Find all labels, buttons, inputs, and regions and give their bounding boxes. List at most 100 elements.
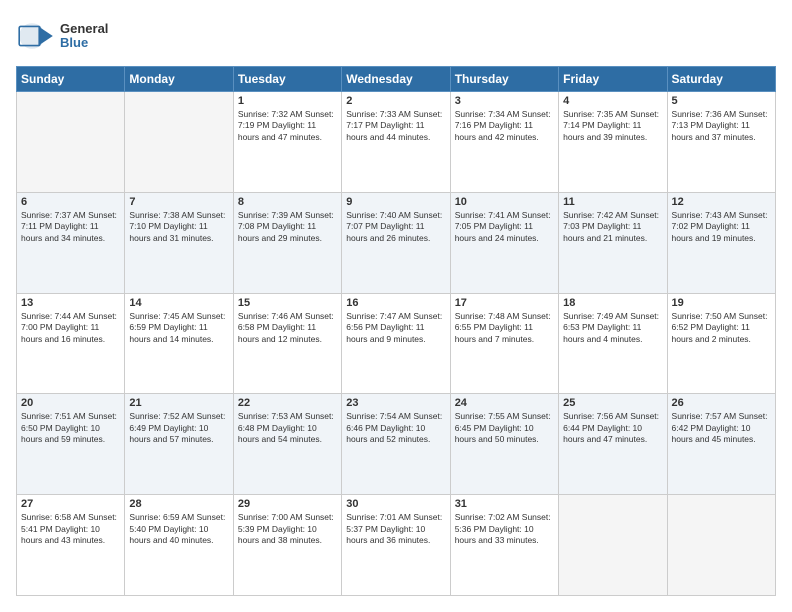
calendar-cell: 17 Sunrise: 7:48 AM Sunset: 6:55 PM Dayli…	[450, 293, 558, 394]
day-number: 17	[455, 297, 554, 309]
calendar-cell: 14 Sunrise: 7:45 AM Sunset: 6:59 PM Dayli…	[125, 293, 233, 394]
calendar-body: 1Sunrise: 7:32 AM Sunset: 7:19 PM Daylig…	[17, 92, 776, 596]
calendar-header: SundayMondayTuesdayWednesdayThursdayFrid…	[17, 67, 776, 92]
day-info: Sunrise: 7:44 AM Sunset: 7:00 PM Dayligh…	[21, 311, 120, 345]
day-number: 4	[563, 95, 662, 107]
calendar-cell: 18 Sunrise: 7:49 AM Sunset: 6:53 PM Dayli…	[559, 293, 667, 394]
day-number: 27	[21, 498, 120, 510]
calendar-cell: 29 Sunrise: 7:00 AM Sunset: 5:39 PM Dayli…	[233, 495, 341, 596]
calendar-cell: 11 Sunrise: 7:42 AM Sunset: 7:03 PM Dayli…	[559, 192, 667, 293]
day-number: 3	[455, 95, 554, 107]
weekday-header-saturday: Saturday	[667, 67, 775, 92]
calendar-cell: 20Sunrise: 7:51 AM Sunset: 6:50 PM Dayli…	[17, 394, 125, 495]
day-info: Sunrise: 7:57 AM Sunset: 6:42 PM Dayligh…	[672, 411, 771, 445]
calendar-cell	[17, 92, 125, 193]
day-number: 5	[672, 95, 771, 107]
calendar-cell: 6Sunrise: 7:37 AM Sunset: 7:11 PM Daylig…	[17, 192, 125, 293]
day-info: Sunrise: 7:42 AM Sunset: 7:03 PM Dayligh…	[563, 210, 662, 244]
day-number: 31	[455, 498, 554, 510]
day-number: 13	[21, 297, 120, 309]
weekday-header-sunday: Sunday	[17, 67, 125, 92]
calendar-cell: 31 Sunrise: 7:02 AM Sunset: 5:36 PM Dayli…	[450, 495, 558, 596]
calendar-cell: 15Sunrise: 7:46 AM Sunset: 6:58 PM Dayli…	[233, 293, 341, 394]
header: General Blue	[16, 16, 776, 56]
day-number: 20	[21, 397, 120, 409]
day-info: Sunrise: 7:38 AM Sunset: 7:10 PM Dayligh…	[129, 210, 228, 244]
calendar-week-row: 27 Sunrise: 6:58 AM Sunset: 5:41 PM Dayli…	[17, 495, 776, 596]
day-number: 23	[346, 397, 445, 409]
weekday-header-row: SundayMondayTuesdayWednesdayThursdayFrid…	[17, 67, 776, 92]
day-number: 1	[238, 95, 337, 107]
weekday-header-thursday: Thursday	[450, 67, 558, 92]
day-info: Sunrise: 7:43 AM Sunset: 7:02 PM Dayligh…	[672, 210, 771, 244]
page: General Blue SundayMondayTuesdayWednesda…	[0, 0, 792, 612]
calendar-cell: 13 Sunrise: 7:44 AM Sunset: 7:00 PM Dayli…	[17, 293, 125, 394]
logo-svg	[16, 16, 56, 56]
calendar-table: SundayMondayTuesdayWednesdayThursdayFrid…	[16, 66, 776, 596]
day-number: 30	[346, 498, 445, 510]
day-info: Sunrise: 7:53 AM Sunset: 6:48 PM Dayligh…	[238, 411, 337, 445]
day-number: 10	[455, 196, 554, 208]
day-info: Sunrise: 7:34 AM Sunset: 7:16 PM Dayligh…	[455, 109, 554, 143]
weekday-header-tuesday: Tuesday	[233, 67, 341, 92]
day-number: 21	[129, 397, 228, 409]
calendar-cell: 2 Sunrise: 7:33 AM Sunset: 7:17 PM Daylig…	[342, 92, 450, 193]
calendar-cell: 7 Sunrise: 7:38 AM Sunset: 7:10 PM Daylig…	[125, 192, 233, 293]
day-number: 14	[129, 297, 228, 309]
day-info: Sunrise: 7:35 AM Sunset: 7:14 PM Dayligh…	[563, 109, 662, 143]
day-number: 6	[21, 196, 120, 208]
day-info: Sunrise: 7:45 AM Sunset: 6:59 PM Dayligh…	[129, 311, 228, 345]
calendar-cell: 1Sunrise: 7:32 AM Sunset: 7:19 PM Daylig…	[233, 92, 341, 193]
calendar-week-row: 13 Sunrise: 7:44 AM Sunset: 7:00 PM Dayli…	[17, 293, 776, 394]
day-info: Sunrise: 7:02 AM Sunset: 5:36 PM Dayligh…	[455, 512, 554, 546]
calendar-week-row: 20Sunrise: 7:51 AM Sunset: 6:50 PM Dayli…	[17, 394, 776, 495]
day-info: Sunrise: 7:41 AM Sunset: 7:05 PM Dayligh…	[455, 210, 554, 244]
day-number: 2	[346, 95, 445, 107]
calendar-cell: 21 Sunrise: 7:52 AM Sunset: 6:49 PM Dayli…	[125, 394, 233, 495]
calendar-cell: 19Sunrise: 7:50 AM Sunset: 6:52 PM Dayli…	[667, 293, 775, 394]
day-info: Sunrise: 7:54 AM Sunset: 6:46 PM Dayligh…	[346, 411, 445, 445]
calendar-cell: 27 Sunrise: 6:58 AM Sunset: 5:41 PM Dayli…	[17, 495, 125, 596]
calendar-cell: 8 Sunrise: 7:39 AM Sunset: 7:08 PM Daylig…	[233, 192, 341, 293]
day-number: 18	[563, 297, 662, 309]
logo-text: General Blue	[60, 22, 108, 51]
day-number: 28	[129, 498, 228, 510]
calendar-week-row: 1Sunrise: 7:32 AM Sunset: 7:19 PM Daylig…	[17, 92, 776, 193]
day-number: 24	[455, 397, 554, 409]
day-info: Sunrise: 7:55 AM Sunset: 6:45 PM Dayligh…	[455, 411, 554, 445]
day-number: 9	[346, 196, 445, 208]
day-number: 7	[129, 196, 228, 208]
calendar-cell	[559, 495, 667, 596]
calendar-cell: 23 Sunrise: 7:54 AM Sunset: 6:46 PM Dayli…	[342, 394, 450, 495]
calendar-cell: 9Sunrise: 7:40 AM Sunset: 7:07 PM Daylig…	[342, 192, 450, 293]
day-info: Sunrise: 7:39 AM Sunset: 7:08 PM Dayligh…	[238, 210, 337, 244]
day-info: Sunrise: 7:00 AM Sunset: 5:39 PM Dayligh…	[238, 512, 337, 546]
calendar-cell: 30 Sunrise: 7:01 AM Sunset: 5:37 PM Dayli…	[342, 495, 450, 596]
calendar-cell: 22Sunrise: 7:53 AM Sunset: 6:48 PM Dayli…	[233, 394, 341, 495]
calendar-week-row: 6Sunrise: 7:37 AM Sunset: 7:11 PM Daylig…	[17, 192, 776, 293]
day-info: Sunrise: 7:52 AM Sunset: 6:49 PM Dayligh…	[129, 411, 228, 445]
calendar-cell: 5Sunrise: 7:36 AM Sunset: 7:13 PM Daylig…	[667, 92, 775, 193]
calendar-cell: 12 Sunrise: 7:43 AM Sunset: 7:02 PM Dayli…	[667, 192, 775, 293]
day-info: Sunrise: 6:59 AM Sunset: 5:40 PM Dayligh…	[129, 512, 228, 546]
day-info: Sunrise: 7:48 AM Sunset: 6:55 PM Dayligh…	[455, 311, 554, 345]
calendar-cell	[667, 495, 775, 596]
day-number: 26	[672, 397, 771, 409]
day-number: 25	[563, 397, 662, 409]
calendar-cell: 4 Sunrise: 7:35 AM Sunset: 7:14 PM Daylig…	[559, 92, 667, 193]
day-number: 29	[238, 498, 337, 510]
day-number: 11	[563, 196, 662, 208]
day-info: Sunrise: 7:33 AM Sunset: 7:17 PM Dayligh…	[346, 109, 445, 143]
logo: General Blue	[16, 16, 108, 56]
day-info: Sunrise: 7:49 AM Sunset: 6:53 PM Dayligh…	[563, 311, 662, 345]
day-info: Sunrise: 6:58 AM Sunset: 5:41 PM Dayligh…	[21, 512, 120, 546]
weekday-header-friday: Friday	[559, 67, 667, 92]
day-info: Sunrise: 7:50 AM Sunset: 6:52 PM Dayligh…	[672, 311, 771, 345]
calendar-cell: 25Sunrise: 7:56 AM Sunset: 6:44 PM Dayli…	[559, 394, 667, 495]
day-number: 15	[238, 297, 337, 309]
day-number: 8	[238, 196, 337, 208]
calendar-cell: 24 Sunrise: 7:55 AM Sunset: 6:45 PM Dayli…	[450, 394, 558, 495]
calendar-cell: 28 Sunrise: 6:59 AM Sunset: 5:40 PM Dayli…	[125, 495, 233, 596]
day-number: 12	[672, 196, 771, 208]
day-info: Sunrise: 7:01 AM Sunset: 5:37 PM Dayligh…	[346, 512, 445, 546]
